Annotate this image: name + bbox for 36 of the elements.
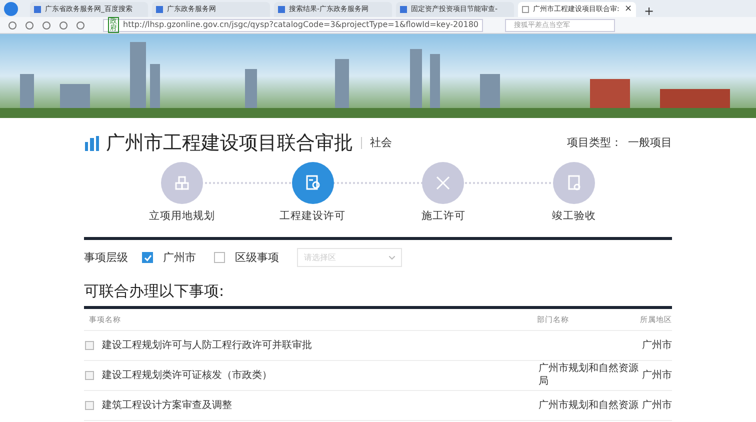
subtitle: 社会 [370, 134, 392, 151]
checkbox[interactable] [85, 371, 94, 380]
url-text: http://lhsp.gzonline.gov.cn/jsgc/qysp?catalogCode=3&projectType=1&flowId=key-20180 [123, 19, 479, 31]
department-name: 广州市规划和自然资源 [538, 400, 638, 410]
checkbox-label: 区级事项 [235, 250, 279, 266]
region-name: 广州市 [642, 368, 672, 384]
page-title: 广州市工程建设项目联合审批 [106, 130, 353, 156]
checkbox[interactable] [85, 401, 94, 410]
buildings-icon [84, 135, 100, 151]
page-icon [522, 6, 529, 13]
checkbox[interactable] [214, 252, 225, 264]
step-label: 竣工验收 [552, 209, 596, 224]
project-type-label: 项目类型： [567, 134, 622, 151]
region-name: 广州市 [642, 398, 672, 414]
region-name: 广州市 [642, 338, 672, 354]
item-name: 建设工程规划许可与人防工程行政许可并联审批 [102, 338, 312, 354]
checkbox[interactable] [85, 341, 94, 350]
department-name: 广州市规划和自然资源局 [538, 363, 638, 387]
checkbox[interactable] [142, 252, 153, 264]
item-name: 建设工程规划类许可证核发（市政类） [102, 368, 272, 384]
close-tab-button[interactable]: × [624, 2, 632, 16]
checkbox-label: 广州市 [163, 250, 196, 266]
page-icon [400, 6, 407, 13]
step-label: 工程建设许可 [280, 209, 346, 224]
caret-icon [389, 256, 395, 260]
step-label: 施工许可 [421, 209, 466, 224]
page-icon [34, 6, 41, 13]
browser-logo-icon[interactable] [4, 2, 18, 16]
project-type-value: 一般项目 [628, 134, 672, 151]
new-tab-button[interactable]: + [644, 5, 654, 17]
filter-label: 事项层级 [84, 250, 128, 266]
page-icon [156, 6, 163, 13]
step-label: 立项用地规划 [149, 209, 215, 224]
item-name: 建筑工程设计方案审查及调整 [102, 398, 232, 414]
section-title: 可联合办理以下事项: [84, 280, 226, 302]
page-icon [278, 6, 285, 13]
